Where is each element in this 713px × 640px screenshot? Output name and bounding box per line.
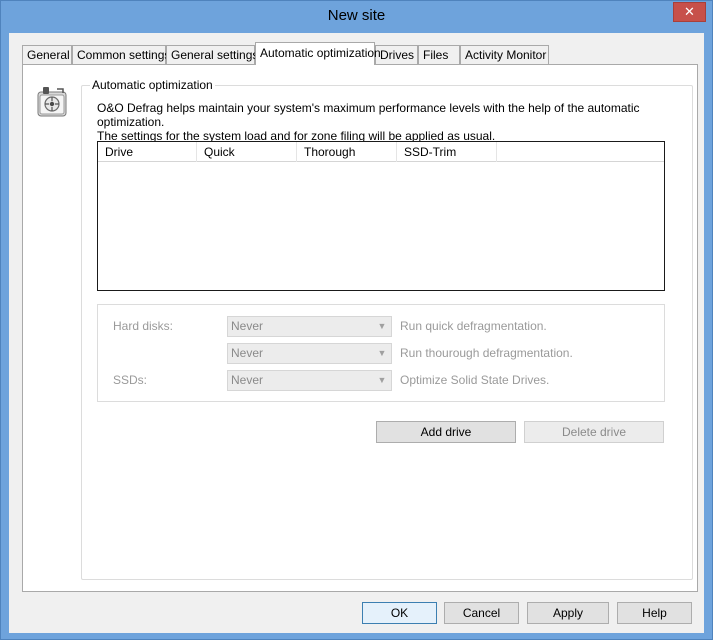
tab-general[interactable]: General [22,45,72,64]
chevron-down-icon: ▼ [377,321,387,331]
ok-button[interactable]: OK [362,602,437,624]
automatic-optimization-group: Automatic optimization O&O Defrag helps … [81,78,693,580]
column-header-drive[interactable]: Drive [98,142,197,162]
thorough-schedule-value: Never [231,346,264,360]
tab-files[interactable]: Files [418,45,460,64]
drive-list[interactable]: Drive Quick Thorough SSD-Trim [97,141,665,291]
column-header-thorough[interactable]: Thorough [297,142,397,162]
description-line-1: O&O Defrag helps maintain your system's … [97,101,640,129]
help-button[interactable]: Help [617,602,692,624]
column-header-ssd-trim[interactable]: SSD-Trim [397,142,497,162]
description: O&O Defrag helps maintain your system's … [97,101,677,143]
title-bar[interactable]: New site ✕ [1,1,712,33]
thorough-hint: Run thourough defragmentation. [400,346,573,360]
tab-panel: Automatic optimization O&O Defrag helps … [22,64,698,592]
dialog-window: New site ✕ General Common settings Gener… [0,0,713,640]
drive-settings-icon [37,87,67,117]
ssds-label: SSDs: [113,373,148,387]
ssd-hint: Optimize Solid State Drives. [400,373,550,387]
column-header-quick[interactable]: Quick [197,142,297,162]
chevron-down-icon: ▼ [377,375,387,385]
tab-automatic-optimization[interactable]: Automatic optimization [255,42,381,65]
delete-drive-button[interactable]: Delete drive [524,421,664,443]
schedule-settings: Hard disks: Never ▼ Run quick defragment… [97,304,665,402]
quick-schedule-select[interactable]: Never ▼ [227,316,392,337]
drive-list-header: Drive Quick Thorough SSD-Trim [98,142,664,162]
apply-button[interactable]: Apply [527,602,609,624]
thorough-schedule-select[interactable]: Never ▼ [227,343,392,364]
chevron-down-icon: ▼ [377,348,387,358]
close-icon[interactable]: ✕ [673,2,706,22]
tab-activity-monitor[interactable]: Activity Monitor [460,45,549,64]
group-legend: Automatic optimization [90,78,215,92]
window-title: New site [327,7,386,24]
tab-common-settings[interactable]: Common settings [72,45,170,64]
hard-disks-label: Hard disks: [113,319,174,333]
ssd-schedule-value: Never [231,373,264,387]
tab-general-settings[interactable]: General settings [166,45,258,64]
tab-drives[interactable]: Drives [375,45,418,64]
quick-hint: Run quick defragmentation. [400,319,547,333]
cancel-button[interactable]: Cancel [444,602,519,624]
add-drive-button[interactable]: Add drive [376,421,516,443]
quick-schedule-value: Never [231,319,264,333]
ssd-schedule-select[interactable]: Never ▼ [227,370,392,391]
dialog-client: General Common settings General settings… [9,33,704,633]
